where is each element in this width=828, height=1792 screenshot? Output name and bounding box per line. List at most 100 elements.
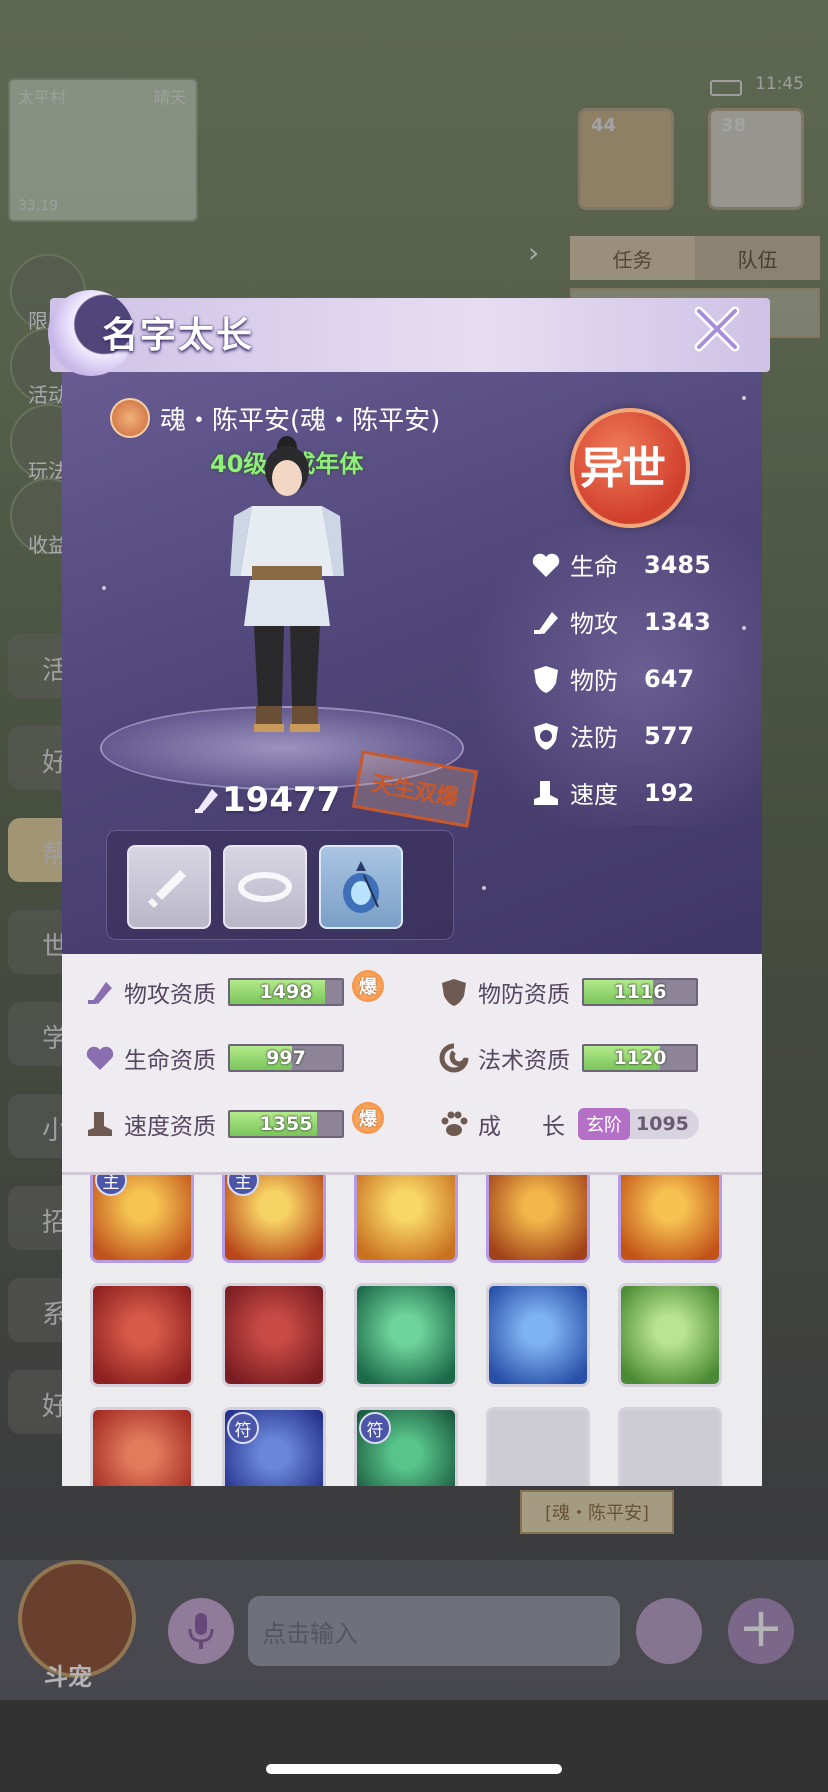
skill-slot[interactable]: 主 [90,1175,194,1263]
aptitude-bar: 997 [228,1044,344,1072]
skill-slot[interactable] [486,1175,590,1263]
stat-value: 1343 [644,607,711,636]
stat-attack: 物攻 1343 [530,593,750,650]
growth-tag: 玄阶 1095 [578,1108,699,1140]
skill-slot-empty[interactable] [486,1407,590,1486]
aptitude-label: 物防资质 [478,982,570,1008]
attack-icon [88,982,112,1004]
pet-character-model[interactable] [212,426,362,746]
boot-icon [534,780,558,805]
stat-label: 物防 [570,667,618,695]
growth-value: 1095 [636,1113,689,1135]
aptitude-bar: 1116 [582,978,698,1006]
skill-slot[interactable] [354,1175,458,1263]
home-bar-area [0,1700,828,1792]
growth: 成 长 玄阶 1095 [438,1104,699,1144]
aptitude-panel: 物攻资质 1498 爆 物防资质 1116 生命资质 997 法术资质 1120… [62,954,762,1172]
stat-label: 物攻 [570,610,618,638]
aptitude-label: 速度资质 [124,1114,216,1140]
aptitude-hp: 生命资质 997 [84,1038,344,1078]
aptitude-label: 生命资质 [124,1048,216,1074]
aptitude-value: 1120 [613,1047,667,1069]
skill-slot[interactable]: 符 [354,1407,458,1486]
skill-slot[interactable] [90,1283,194,1387]
aptitude-bar: 1498 [228,978,344,1006]
swirl-icon [439,1043,469,1073]
pendant-icon [343,861,379,913]
growth-label-a: 成 [478,1114,501,1140]
attack-icon [534,611,558,634]
heart-icon [86,1046,114,1070]
home-indicator[interactable] [266,1764,562,1774]
stat-value: 3485 [644,550,711,579]
stat-hp: 生命 3485 [530,536,750,593]
decor-star [102,586,106,590]
stat-label: 法防 [570,724,618,752]
growth-tier: 玄阶 [578,1108,630,1140]
shield-icon [534,665,558,693]
dialog-title: 名字太长 [102,315,255,356]
skill-slot[interactable]: 主 [222,1175,326,1263]
skill-slot[interactable] [618,1283,722,1387]
combat-power-value: 19477 [222,780,341,820]
heart-icon [532,553,560,577]
decor-star [482,886,486,890]
skill-slot[interactable] [222,1283,326,1387]
growth-label-b: 长 [542,1114,565,1140]
skill-grid: 主 主符 符 [62,1175,762,1486]
crit-burst-icon: 爆 [352,1102,384,1134]
boot-icon [88,1112,112,1136]
skill-slot[interactable] [618,1175,722,1263]
stat-value: 577 [644,721,695,750]
close-icon [694,306,740,352]
stat-value: 192 [644,778,695,807]
aptitude-magic: 法术资质 1120 [438,1038,698,1078]
skill-mark-badge: 主 [95,1175,127,1196]
magic-shield-icon [534,722,558,750]
combat-power: 19477 [192,780,340,820]
pet-overview-panel: 魂・陈平安(魂・陈平安) 40级・成年体 19477 天生双爆 [62,326,762,954]
equip-slot-collar[interactable] [223,845,307,929]
decor-star [742,396,746,400]
skill-slot[interactable] [354,1283,458,1387]
aptitude-bar: 1120 [582,1044,698,1072]
power-icon [195,789,218,813]
realm-badge: 异世 [570,408,690,528]
equip-slot-weapon[interactable] [127,845,211,929]
aptitude-label: 物攻资质 [124,982,216,1008]
aptitude-bar: 1355 [228,1110,344,1138]
stat-value: 647 [644,664,695,693]
close-button[interactable] [688,300,746,358]
skill-slot[interactable] [486,1283,590,1387]
aptitude-value: 1116 [613,981,667,1003]
equipment-slots [106,830,454,940]
aptitude-value: 1355 [259,1113,313,1135]
skill-slot[interactable]: 符 [222,1407,326,1486]
stat-defense: 物防 647 [530,650,750,707]
skill-slot-empty[interactable] [618,1407,722,1486]
skill-mark-badge: 符 [359,1412,391,1444]
equip-slot-pendant[interactable] [319,845,403,929]
stat-magic-defense: 法防 577 [530,707,750,764]
collar-icon [238,872,292,902]
stat-speed: 速度 192 [530,764,750,821]
sword-icon [148,870,186,908]
skill-slot[interactable] [90,1407,194,1486]
aptitude-value: 1498 [259,981,313,1003]
pet-detail-dialog: 魂・陈平安(魂・陈平安) 40级・成年体 19477 天生双爆 [48,290,770,1486]
aptitude-value: 997 [266,1047,306,1069]
aptitude-defense: 物防资质 1116 [438,972,698,1012]
realm-badge-text: 异世 [580,443,666,494]
paw-icon [441,1111,468,1136]
skill-mark-badge: 主 [227,1175,259,1196]
shield-icon [442,979,466,1006]
stats-list: 生命 3485 物攻 1343 物防 647 法防 577 速度 192 [530,536,750,821]
aptitude-speed: 速度资质 1355 [84,1104,344,1144]
stat-label: 速度 [570,781,618,809]
crit-burst-icon: 爆 [352,970,384,1002]
stat-label: 生命 [570,553,618,581]
aptitude-label: 法术资质 [478,1048,570,1074]
skill-mark-badge: 符 [227,1412,259,1444]
pet-type-icon [110,398,150,438]
aptitude-attack: 物攻资质 1498 [84,972,344,1012]
